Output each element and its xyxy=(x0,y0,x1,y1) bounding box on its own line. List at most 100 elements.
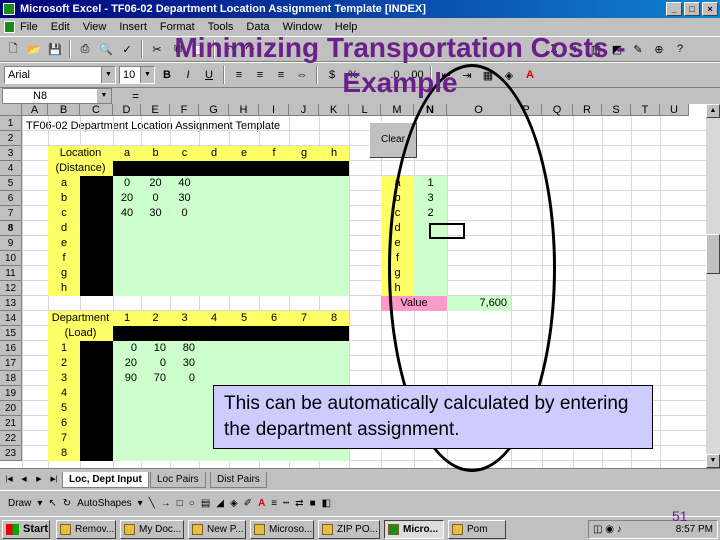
distance-cell[interactable] xyxy=(199,191,229,206)
location-header-cell[interactable]: Location xyxy=(48,146,113,161)
location-row-cell[interactable]: c xyxy=(48,206,80,221)
load-cell[interactable] xyxy=(170,446,199,461)
next-sheet-icon[interactable]: ▶ xyxy=(32,473,46,487)
distance-cell[interactable]: 30 xyxy=(141,206,170,221)
load-cell[interactable] xyxy=(319,356,349,371)
line-color-icon[interactable]: ✐ xyxy=(244,498,252,509)
column-header[interactable]: U xyxy=(660,104,689,116)
column-header[interactable]: G xyxy=(199,104,229,116)
distance-cell[interactable] xyxy=(229,266,259,281)
header-black-cell[interactable] xyxy=(80,191,113,206)
distance-cell[interactable] xyxy=(170,251,199,266)
distance-cell[interactable] xyxy=(229,206,259,221)
distance-cell[interactable] xyxy=(289,176,319,191)
column-header[interactable]: A xyxy=(22,104,48,116)
distance-cell[interactable] xyxy=(259,221,289,236)
header-black-cell[interactable] xyxy=(199,326,229,341)
load-cell[interactable] xyxy=(141,431,170,446)
distance-cell[interactable] xyxy=(289,236,319,251)
header-black-cell[interactable] xyxy=(113,161,141,176)
minimize-button[interactable]: _ xyxy=(666,2,682,16)
distance-cell[interactable] xyxy=(199,266,229,281)
department-row-cell[interactable]: 6 xyxy=(48,416,80,431)
column-header[interactable]: P xyxy=(511,104,542,116)
distance-cell[interactable] xyxy=(319,206,349,221)
row-header[interactable]: 21 xyxy=(0,416,22,431)
distance-cell[interactable]: 0 xyxy=(170,206,199,221)
rotate-icon[interactable]: ↻ xyxy=(63,498,71,509)
location-row-cell[interactable]: e xyxy=(48,236,80,251)
distance-cell[interactable] xyxy=(113,251,141,266)
header-black-cell[interactable] xyxy=(80,176,113,191)
load-cell[interactable]: 0 xyxy=(141,356,170,371)
maximize-button[interactable]: □ xyxy=(684,2,700,16)
arrow-style-icon[interactable]: ⇄ xyxy=(295,498,303,509)
load-cell[interactable] xyxy=(141,416,170,431)
column-header[interactable]: S xyxy=(602,104,631,116)
distance-cell[interactable] xyxy=(289,266,319,281)
location-row-cell[interactable]: a xyxy=(48,176,80,191)
distance-cell[interactable] xyxy=(259,206,289,221)
row-header[interactable]: 20 xyxy=(0,401,22,416)
header-black-cell[interactable] xyxy=(141,161,170,176)
assignment-row-cell[interactable]: e xyxy=(381,236,414,251)
load-cell[interactable]: 80 xyxy=(170,341,199,356)
load-cell[interactable] xyxy=(259,341,289,356)
distance-cell[interactable] xyxy=(170,266,199,281)
value-result-cell[interactable]: 7,600 xyxy=(447,296,511,311)
header-black-cell[interactable] xyxy=(141,326,170,341)
location-row-cell[interactable]: d xyxy=(48,221,80,236)
distance-cell[interactable] xyxy=(141,236,170,251)
row-header[interactable]: 17 xyxy=(0,356,22,371)
open-icon[interactable]: 📂 xyxy=(25,40,43,58)
select-objects-icon[interactable]: ↖ xyxy=(48,498,56,509)
taskbar-item[interactable]: Microso... xyxy=(250,520,314,539)
header-black-cell[interactable] xyxy=(80,401,113,416)
row-header[interactable]: 18 xyxy=(0,371,22,386)
distance-cell[interactable] xyxy=(170,221,199,236)
department-row-cell[interactable]: 2 xyxy=(48,356,80,371)
font-color-icon[interactable]: A xyxy=(258,498,265,509)
column-header[interactable]: L xyxy=(349,104,381,116)
header-black-cell[interactable] xyxy=(80,446,113,461)
row-header[interactable]: 5 xyxy=(0,176,22,191)
header-black-cell[interactable] xyxy=(80,386,113,401)
load-cell[interactable]: 70 xyxy=(141,371,170,386)
distance-cell[interactable] xyxy=(141,266,170,281)
distance-cell[interactable] xyxy=(229,176,259,191)
distance-cell[interactable] xyxy=(289,206,319,221)
load-cell[interactable] xyxy=(170,386,199,401)
distance-cell[interactable] xyxy=(319,221,349,236)
line-style-icon[interactable]: ≡ xyxy=(271,498,277,509)
rectangle-icon[interactable]: □ xyxy=(177,498,183,509)
department-col-cell[interactable]: 5 xyxy=(229,311,259,326)
location-col-cell[interactable]: a xyxy=(113,146,141,161)
column-header[interactable]: B xyxy=(48,104,80,116)
distance-cell[interactable] xyxy=(289,221,319,236)
distance-cell[interactable] xyxy=(319,176,349,191)
tab-loc-dept-input[interactable]: Loc, Dept Input xyxy=(62,472,149,488)
header-black-cell[interactable] xyxy=(113,326,141,341)
assignment-row-cell[interactable]: f xyxy=(381,251,414,266)
fill-color-icon[interactable]: ◈ xyxy=(230,498,238,509)
clear-button[interactable]: Clear xyxy=(369,122,417,158)
distance-cell[interactable] xyxy=(199,221,229,236)
distance-cell[interactable]: 40 xyxy=(170,176,199,191)
header-black-cell[interactable] xyxy=(199,161,229,176)
distance-cell[interactable] xyxy=(229,221,259,236)
row-header[interactable]: 12 xyxy=(0,281,22,296)
column-header[interactable]: K xyxy=(319,104,349,116)
header-black-cell[interactable] xyxy=(229,326,259,341)
assignment-row-cell[interactable]: c xyxy=(381,206,414,221)
value-label-cell[interactable]: Value xyxy=(381,296,447,311)
distance-cell[interactable] xyxy=(113,236,141,251)
column-header[interactable]: Q xyxy=(542,104,573,116)
distance-cell[interactable] xyxy=(289,251,319,266)
distance-cell[interactable] xyxy=(259,266,289,281)
row-header[interactable]: 3 xyxy=(0,146,22,161)
column-header[interactable]: J xyxy=(289,104,319,116)
taskbar-item[interactable]: Remov... xyxy=(56,520,116,539)
distance-cell[interactable] xyxy=(229,281,259,296)
load-cell[interactable]: 0 xyxy=(170,371,199,386)
draw-menu-button[interactable]: Draw xyxy=(8,498,31,509)
